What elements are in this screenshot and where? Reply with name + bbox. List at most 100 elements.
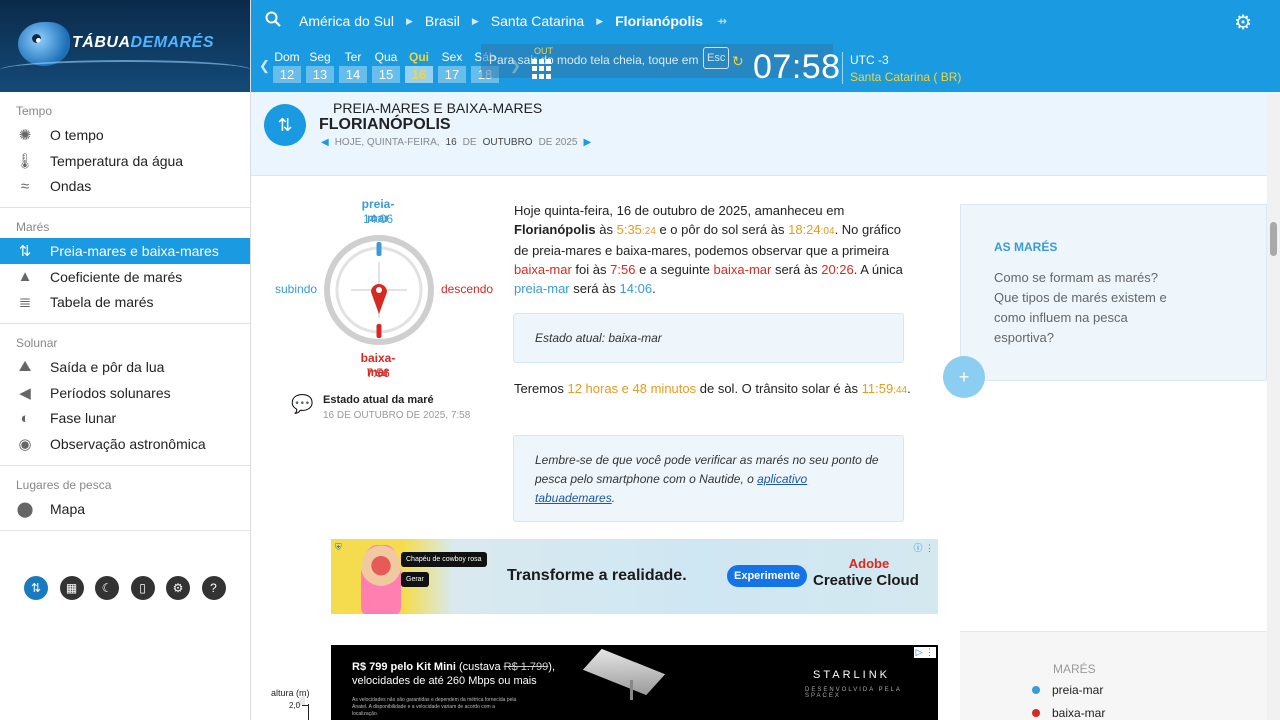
sidebar-group-title: Solunar: [16, 336, 58, 351]
legend-item-low: baixa-mar: [1032, 706, 1105, 720]
ad-brand-starlink: STARLINK: [813, 669, 890, 681]
low-tide-time-1: 7:56: [610, 262, 636, 277]
expand-plus-button[interactable]: +: [943, 356, 985, 398]
day-list: Dom12Seg13Ter14Qua15Qui16Sex17Sáb18: [273, 50, 499, 83]
breadcrumb-separator-icon: ▶: [471, 15, 479, 26]
tide-gauge-icon: [324, 235, 434, 345]
day-item-dom[interactable]: Dom 12: [273, 50, 301, 83]
chart-y-axis-label: altura (m): [271, 688, 310, 698]
moon-icon[interactable]: ☾: [95, 576, 119, 600]
refresh-icon[interactable]: ↻: [732, 53, 744, 70]
settings-icon[interactable]: ⚙: [166, 576, 190, 600]
solar-transit: 11:59:44: [861, 381, 908, 396]
chevron-left-icon[interactable]: ❮: [259, 58, 270, 74]
day-item-seg[interactable]: Seg 13: [306, 50, 334, 83]
sidebar-item-label: Fase lunar: [50, 410, 117, 427]
day-name: Ter: [344, 50, 362, 64]
sidebar: TÁBUADEMARÉS Tempo ✺ O tempo 🌡 Temperatura d…: [0, 0, 251, 720]
legend-title: MARÉS: [1053, 662, 1096, 676]
breadcrumb-separator-icon: ▶: [596, 15, 604, 26]
date-day: 16: [445, 137, 457, 148]
ad-speed-line: velocidades de até 260 Mbps ou mais: [352, 675, 537, 687]
date-prefix: HOJE, QUINTA-FEIRA,: [334, 137, 440, 148]
breadcrumb-continent[interactable]: América do Sul: [299, 13, 394, 29]
day-item-qua[interactable]: Qua 15: [372, 50, 400, 83]
breadcrumb-separator-icon: ▶: [405, 15, 413, 26]
low-tide-time-2: 20:26: [821, 262, 854, 277]
thermometer-icon: 🌡: [15, 152, 35, 170]
sidebar-group-title: Lugares de pesca: [16, 477, 112, 492]
scrollbar[interactable]: [1267, 92, 1280, 720]
ad-info-icon[interactable]: ⓘ ⋮: [913, 541, 934, 554]
sidebar-item-periodos-solunares[interactable]: ◀ Períodos solunares: [0, 380, 250, 406]
sidebar-item-coeficiente-de-mares[interactable]: ▲ Coeficiente de marés: [0, 264, 250, 290]
day-item-qui[interactable]: Qui 16: [405, 50, 433, 83]
tide-summary: Hoje quinta-feira, 16 de outubro de 2025…: [514, 203, 903, 296]
day-item-sex[interactable]: Sex 17: [438, 50, 466, 83]
ad-price-line: R$ 799 pelo Kit Mini (custava R$ 1.799),: [352, 661, 556, 673]
day-name: Sex: [441, 50, 463, 64]
low-dot-icon: [1032, 709, 1040, 717]
logo[interactable]: TÁBUADEMARÉS: [0, 0, 250, 92]
help-icon[interactable]: ?: [201, 576, 226, 600]
day-name: Dom: [274, 50, 300, 64]
ad-cta-button[interactable]: Experimente: [727, 565, 808, 587]
sidebar-group-title: Tempo: [16, 104, 53, 118]
sunrise-time: 5:35:24: [616, 222, 656, 237]
divider: [842, 52, 843, 84]
tides-icon[interactable]: ⇅: [24, 576, 48, 600]
sidebar-item-preia-mares-e-baixa-mares[interactable]: ⇅ Preia-mares e baixa-mares: [0, 238, 250, 264]
current-state-box: Estado atual: baixa-mar: [513, 313, 904, 363]
app-reminder-box: Lembre-se de que você pode verificar as …: [513, 435, 904, 522]
region-link[interactable]: Santa Catarina ( BR): [850, 70, 961, 84]
ad-banner-adobe[interactable]: ⛨ Chapéu de cowboy rosa Gerar Transforme…: [331, 539, 938, 614]
day-number: 14: [339, 66, 367, 83]
fullscreen-message: Para sair do modo tela cheia, toque em: [489, 53, 699, 67]
sidebar-nav: Tempo ✺ O tempo 🌡 Temperatura da água ≈ Ondas M…: [0, 92, 250, 531]
tides-info-card[interactable]: AS MARÉS Como se formam as marés? Que ti…: [960, 204, 1267, 381]
utc-offset: UTC -3: [850, 53, 889, 67]
chart-y-tick: 2,0: [289, 701, 301, 710]
day-item-ter[interactable]: Ter 14: [339, 50, 367, 83]
breadcrumb-state[interactable]: Santa Catarina: [491, 13, 584, 29]
low-tide-word: baixa-mar: [514, 262, 572, 277]
sidebar-item-tabela-de-mares[interactable]: ≣ Tabela de marés: [0, 289, 250, 315]
calendar-icon[interactable]: ▦: [59, 576, 84, 600]
search-icon[interactable]: [265, 11, 285, 32]
previous-day-icon[interactable]: ◀: [321, 137, 329, 148]
next-day-icon[interactable]: ▶: [583, 137, 591, 148]
fish-icon: ◀: [19, 384, 31, 402]
phone-icon[interactable]: ▯: [130, 576, 155, 600]
ad-info-icon[interactable]: ▷ ⋮: [913, 647, 936, 658]
sidebar-quick-icons: ⇅ ▦ ☾ ▯ ⚙ ?: [24, 576, 226, 600]
sidebar-item-mapa[interactable]: ⬤ Mapa: [0, 496, 250, 522]
sidebar-item-label: Tabela de marés: [50, 294, 154, 311]
comment-icon: 💬: [291, 394, 314, 414]
high-tide-time-1: 14:06: [619, 281, 653, 296]
share-icon[interactable]: ⇸: [717, 14, 727, 28]
wave-icon: ≈: [20, 177, 30, 195]
moon-phase-icon: ◐: [20, 409, 30, 427]
card-body: Como se formam as marés? Que tipos de ma…: [994, 270, 1167, 345]
ad-brand-adobe: Adobe: [848, 556, 890, 571]
sidebar-item-o-tempo[interactable]: ✺ O tempo: [0, 122, 250, 148]
high-tide-word: preia-mar: [514, 281, 570, 296]
sidebar-item-fase-lunar[interactable]: ◐ Fase lunar: [0, 406, 250, 432]
sidebar-item-temperatura-da-agua[interactable]: 🌡 Temperatura da água: [0, 148, 250, 174]
ad-chip-1: Chapéu de cowboy rosa: [401, 552, 487, 567]
sidebar-item-observacao-astronomica[interactable]: ◉ Observação astronômica: [0, 431, 250, 457]
scrollbar-thumb[interactable]: [1270, 222, 1277, 256]
ad-banner-starlink[interactable]: R$ 799 pelo Kit Mini (custava R$ 1.799),…: [331, 645, 938, 720]
satellite-dish-image: [582, 648, 666, 696]
high-tide-time: 14:06: [362, 212, 394, 226]
date-year: DE 2025: [538, 137, 578, 148]
sun-summary: Teremos 12 horas e 48 minutos de sol. O …: [514, 381, 911, 396]
top-bar: América do Sul ▶ Brasil ▶ Santa Catarina…: [251, 0, 1280, 42]
sidebar-item-saida-e-por-da-lua[interactable]: ⛰ Saída e pôr da lua: [0, 354, 250, 380]
breadcrumb-country[interactable]: Brasil: [425, 13, 460, 29]
esc-key-badge: Esc: [703, 47, 730, 69]
sidebar-item-ondas[interactable]: ≈ Ondas: [0, 173, 250, 199]
grid-icon[interactable]: [532, 59, 552, 79]
gear-icon[interactable]: ⚙: [1234, 10, 1252, 35]
legend-item-high: preia-mar: [1032, 683, 1103, 697]
